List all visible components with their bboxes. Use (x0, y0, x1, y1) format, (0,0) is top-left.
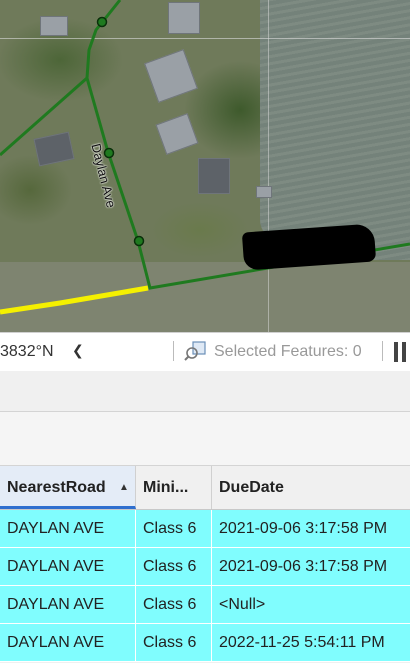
cell-nearestroad: DAYLAN AVE (0, 548, 136, 585)
divider (382, 341, 383, 361)
cell-mini: Class 6 (136, 548, 212, 585)
table-row[interactable]: DAYLAN AVE Class 6 2021-09-06 3:17:58 PM (0, 548, 410, 586)
column-header-duedate[interactable]: DueDate (212, 466, 410, 509)
cell-nearestroad: DAYLAN AVE (0, 586, 136, 623)
pause-drawing-button[interactable] (394, 342, 410, 362)
cell-duedate: 2021-09-06 3:17:58 PM (219, 558, 388, 575)
column-header-mini[interactable]: Mini... (136, 466, 212, 509)
sort-ascending-icon: ▲ (119, 482, 129, 493)
vertex-point (96, 16, 108, 28)
chevron-down-icon[interactable]: ❮ (72, 342, 84, 359)
table-row[interactable]: DAYLAN AVE Class 6 <Null> (0, 586, 410, 624)
side-road-line (0, 76, 88, 157)
table-row[interactable]: DAYLAN AVE Class 6 2021-09-06 3:17:58 PM (0, 510, 410, 548)
attribute-table: NearestRoad ▲ Mini... DueDate DAYLAN AVE… (0, 465, 410, 662)
cell-nearestroad: DAYLAN AVE (0, 624, 136, 661)
selected-features-icon[interactable] (184, 339, 208, 363)
cell-mini: Class 6 (136, 586, 212, 623)
cell-duedate: <Null> (219, 596, 266, 613)
cell-nearestroad: DAYLAN AVE (0, 510, 136, 547)
cell-duedate: 2022-11-25 5:54:11 PM (219, 634, 385, 651)
cell-duedate: 2021-09-06 3:17:58 PM (219, 520, 388, 537)
pane-spacer (0, 371, 410, 411)
coordinate-readout: 3832°N (0, 343, 54, 360)
map-status-bar: 3832°N ❮ Selected Features: 0 (0, 332, 410, 372)
vertex-point (133, 235, 145, 247)
road-network-layer (0, 0, 410, 315)
table-header: NearestRoad ▲ Mini... DueDate (0, 465, 410, 510)
yellow-road (0, 285, 149, 315)
cell-mini: Class 6 (136, 510, 212, 547)
divider (173, 341, 174, 361)
column-header-nearestroad[interactable]: NearestRoad ▲ (0, 466, 136, 509)
table-row[interactable]: DAYLAN AVE Class 6 2022-11-25 5:54:11 PM (0, 624, 410, 662)
selected-features-label: Selected Features: 0 (214, 343, 362, 360)
cell-mini: Class 6 (136, 624, 212, 661)
map-view[interactable]: Daylan Ave (0, 0, 410, 332)
attribute-table-toolbar (0, 411, 410, 466)
